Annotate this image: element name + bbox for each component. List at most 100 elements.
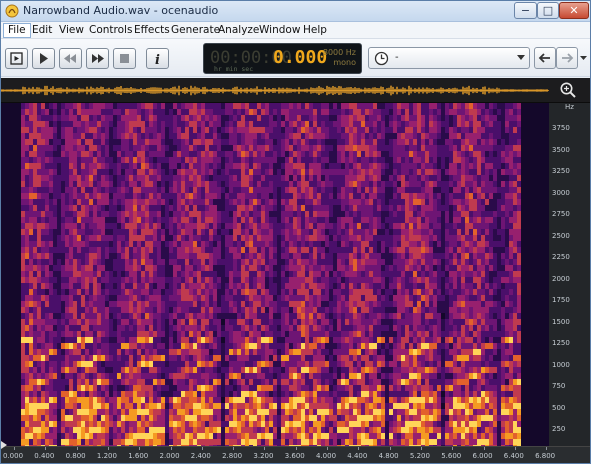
time-display-units: hr min sec bbox=[214, 65, 254, 73]
back-button[interactable] bbox=[534, 47, 556, 69]
frequency-axis: Hz 3750 3500 3250 3000 2750 2500 2250 2000 1750 1… bbox=[549, 103, 590, 446]
frequency-tick-label: 500 bbox=[552, 403, 566, 412]
clock-icon bbox=[374, 51, 389, 66]
fast-forward-icon bbox=[92, 54, 104, 63]
time-tick-mark bbox=[139, 447, 141, 450]
time-tick-label: 2.400 bbox=[190, 452, 211, 460]
nav-dropdown-icon[interactable] bbox=[579, 55, 588, 61]
close-button[interactable]: ✕ bbox=[559, 2, 589, 19]
time-tick-mark bbox=[201, 447, 203, 450]
time-tick-label: 3.200 bbox=[253, 452, 274, 460]
time-tick-mark bbox=[170, 447, 172, 450]
time-tick-label: 4.000 bbox=[316, 452, 337, 460]
window-title: Narrowband Audio.wav - ocenaudio bbox=[23, 4, 219, 17]
time-tick-label: 0.800 bbox=[65, 452, 86, 460]
spectrogram-view[interactable] bbox=[1, 103, 549, 446]
spectrogram-image bbox=[1, 103, 549, 446]
rewind-icon bbox=[64, 54, 76, 63]
frequency-tick-label: 1500 bbox=[552, 317, 570, 326]
maximize-button[interactable]: □ bbox=[537, 2, 559, 19]
play-selection-button[interactable] bbox=[5, 48, 28, 69]
rewind-button[interactable] bbox=[59, 48, 82, 69]
transport-toolbar: i 00:00:00 0.000 hr min sec 8000 Hz mono… bbox=[1, 39, 590, 77]
zoom-icon[interactable] bbox=[559, 81, 577, 99]
time-tick-mark bbox=[389, 447, 391, 450]
time-tick-label: 0.400 bbox=[34, 452, 55, 460]
frequency-tick-label: 2000 bbox=[552, 274, 570, 283]
channels-label: mono bbox=[333, 58, 356, 67]
frequency-tick-label: 1000 bbox=[552, 360, 570, 369]
time-tick-label: 6.000 bbox=[472, 452, 493, 460]
menu-window[interactable]: Window bbox=[255, 23, 304, 38]
info-button[interactable]: i bbox=[146, 48, 169, 69]
frequency-tick-label: 2250 bbox=[552, 253, 570, 261]
menu-file[interactable]: File bbox=[3, 23, 31, 38]
time-tick-mark bbox=[358, 447, 360, 450]
time-tick-mark bbox=[514, 447, 516, 450]
time-tick-label: 6.400 bbox=[503, 452, 524, 460]
frequency-tick-label: 750 bbox=[552, 382, 566, 390]
frequency-unit-label: Hz bbox=[565, 103, 574, 111]
time-tick-mark bbox=[14, 447, 15, 450]
stop-button[interactable] bbox=[113, 48, 136, 69]
ocenaudio-app-icon bbox=[5, 4, 19, 18]
time-tick-label: 0.000 bbox=[3, 452, 24, 460]
time-display: 00:00:00 0.000 hr min sec 8000 Hz mono bbox=[203, 43, 362, 74]
forward-button[interactable] bbox=[556, 47, 578, 69]
time-tick-label: 5.600 bbox=[441, 452, 462, 460]
time-tick-mark bbox=[483, 447, 485, 450]
frequency-tick-label: 3000 bbox=[552, 188, 570, 197]
time-tick-label: 1.600 bbox=[128, 452, 149, 460]
stop-icon bbox=[120, 54, 129, 63]
time-tick-mark bbox=[452, 447, 454, 450]
time-tick-label: 5.200 bbox=[409, 452, 430, 460]
time-tick-mark bbox=[546, 447, 548, 450]
arrow-left-icon bbox=[538, 53, 550, 63]
play-selection-icon bbox=[10, 52, 23, 65]
frequency-tick-label: 1250 bbox=[552, 339, 570, 347]
waveform-trace bbox=[1, 85, 549, 96]
frequency-tick-label: 250 bbox=[552, 425, 566, 433]
frequency-tick-label: 3250 bbox=[552, 167, 570, 175]
time-tick-mark bbox=[107, 447, 109, 450]
spectrogram-cells bbox=[1, 103, 549, 446]
frequency-tick-label: 3750 bbox=[552, 124, 570, 132]
frequency-tick-label: 2750 bbox=[552, 210, 570, 218]
info-icon: i bbox=[155, 53, 160, 68]
time-tick-label: 1.200 bbox=[96, 452, 117, 460]
time-display-value: 0.000 bbox=[273, 47, 328, 68]
time-tick-label: 2.000 bbox=[159, 452, 180, 460]
title-bar: Narrowband Audio.wav - ocenaudio − □ ✕ bbox=[1, 1, 590, 22]
time-tick-mark bbox=[76, 447, 78, 450]
frequency-tick-label: 3500 bbox=[552, 145, 570, 154]
time-tick-mark bbox=[45, 447, 47, 450]
time-tick-label: 2.800 bbox=[222, 452, 243, 460]
time-tick-mark bbox=[327, 447, 328, 450]
playhead-marker[interactable] bbox=[1, 441, 7, 449]
time-tick-label: 6.800 bbox=[535, 452, 556, 460]
waveform-overview[interactable] bbox=[1, 78, 590, 103]
menu-controls[interactable]: Controls bbox=[85, 23, 136, 38]
time-tick-label: 4.800 bbox=[378, 452, 399, 460]
menu-bar: File Edit View Controls Effects Generate… bbox=[1, 22, 590, 39]
time-tick-mark bbox=[295, 447, 297, 450]
fast-forward-button[interactable] bbox=[86, 48, 109, 69]
time-tick-mark bbox=[233, 447, 235, 450]
frequency-tick-label: 2500 bbox=[552, 231, 570, 240]
time-tick-mark bbox=[420, 447, 422, 450]
time-tick-label: 3.600 bbox=[284, 452, 305, 460]
time-tick-mark bbox=[264, 447, 266, 450]
sample-rate-label: 8000 Hz bbox=[322, 48, 356, 57]
frequency-tick-label: 1750 bbox=[552, 296, 570, 304]
menu-help[interactable]: Help bbox=[299, 23, 331, 38]
menu-view[interactable]: View bbox=[55, 23, 88, 38]
time-tick-label: 4.400 bbox=[347, 452, 368, 460]
svg-text:i: i bbox=[155, 53, 160, 68]
menu-edit[interactable]: Edit bbox=[28, 23, 56, 38]
history-select[interactable]: - bbox=[368, 47, 530, 69]
play-button[interactable] bbox=[32, 48, 55, 69]
app-window: Narrowband Audio.wav - ocenaudio − □ ✕ F… bbox=[0, 0, 591, 464]
minimize-button[interactable]: − bbox=[514, 2, 537, 19]
arrow-right-icon bbox=[562, 53, 574, 63]
play-icon bbox=[40, 53, 48, 64]
